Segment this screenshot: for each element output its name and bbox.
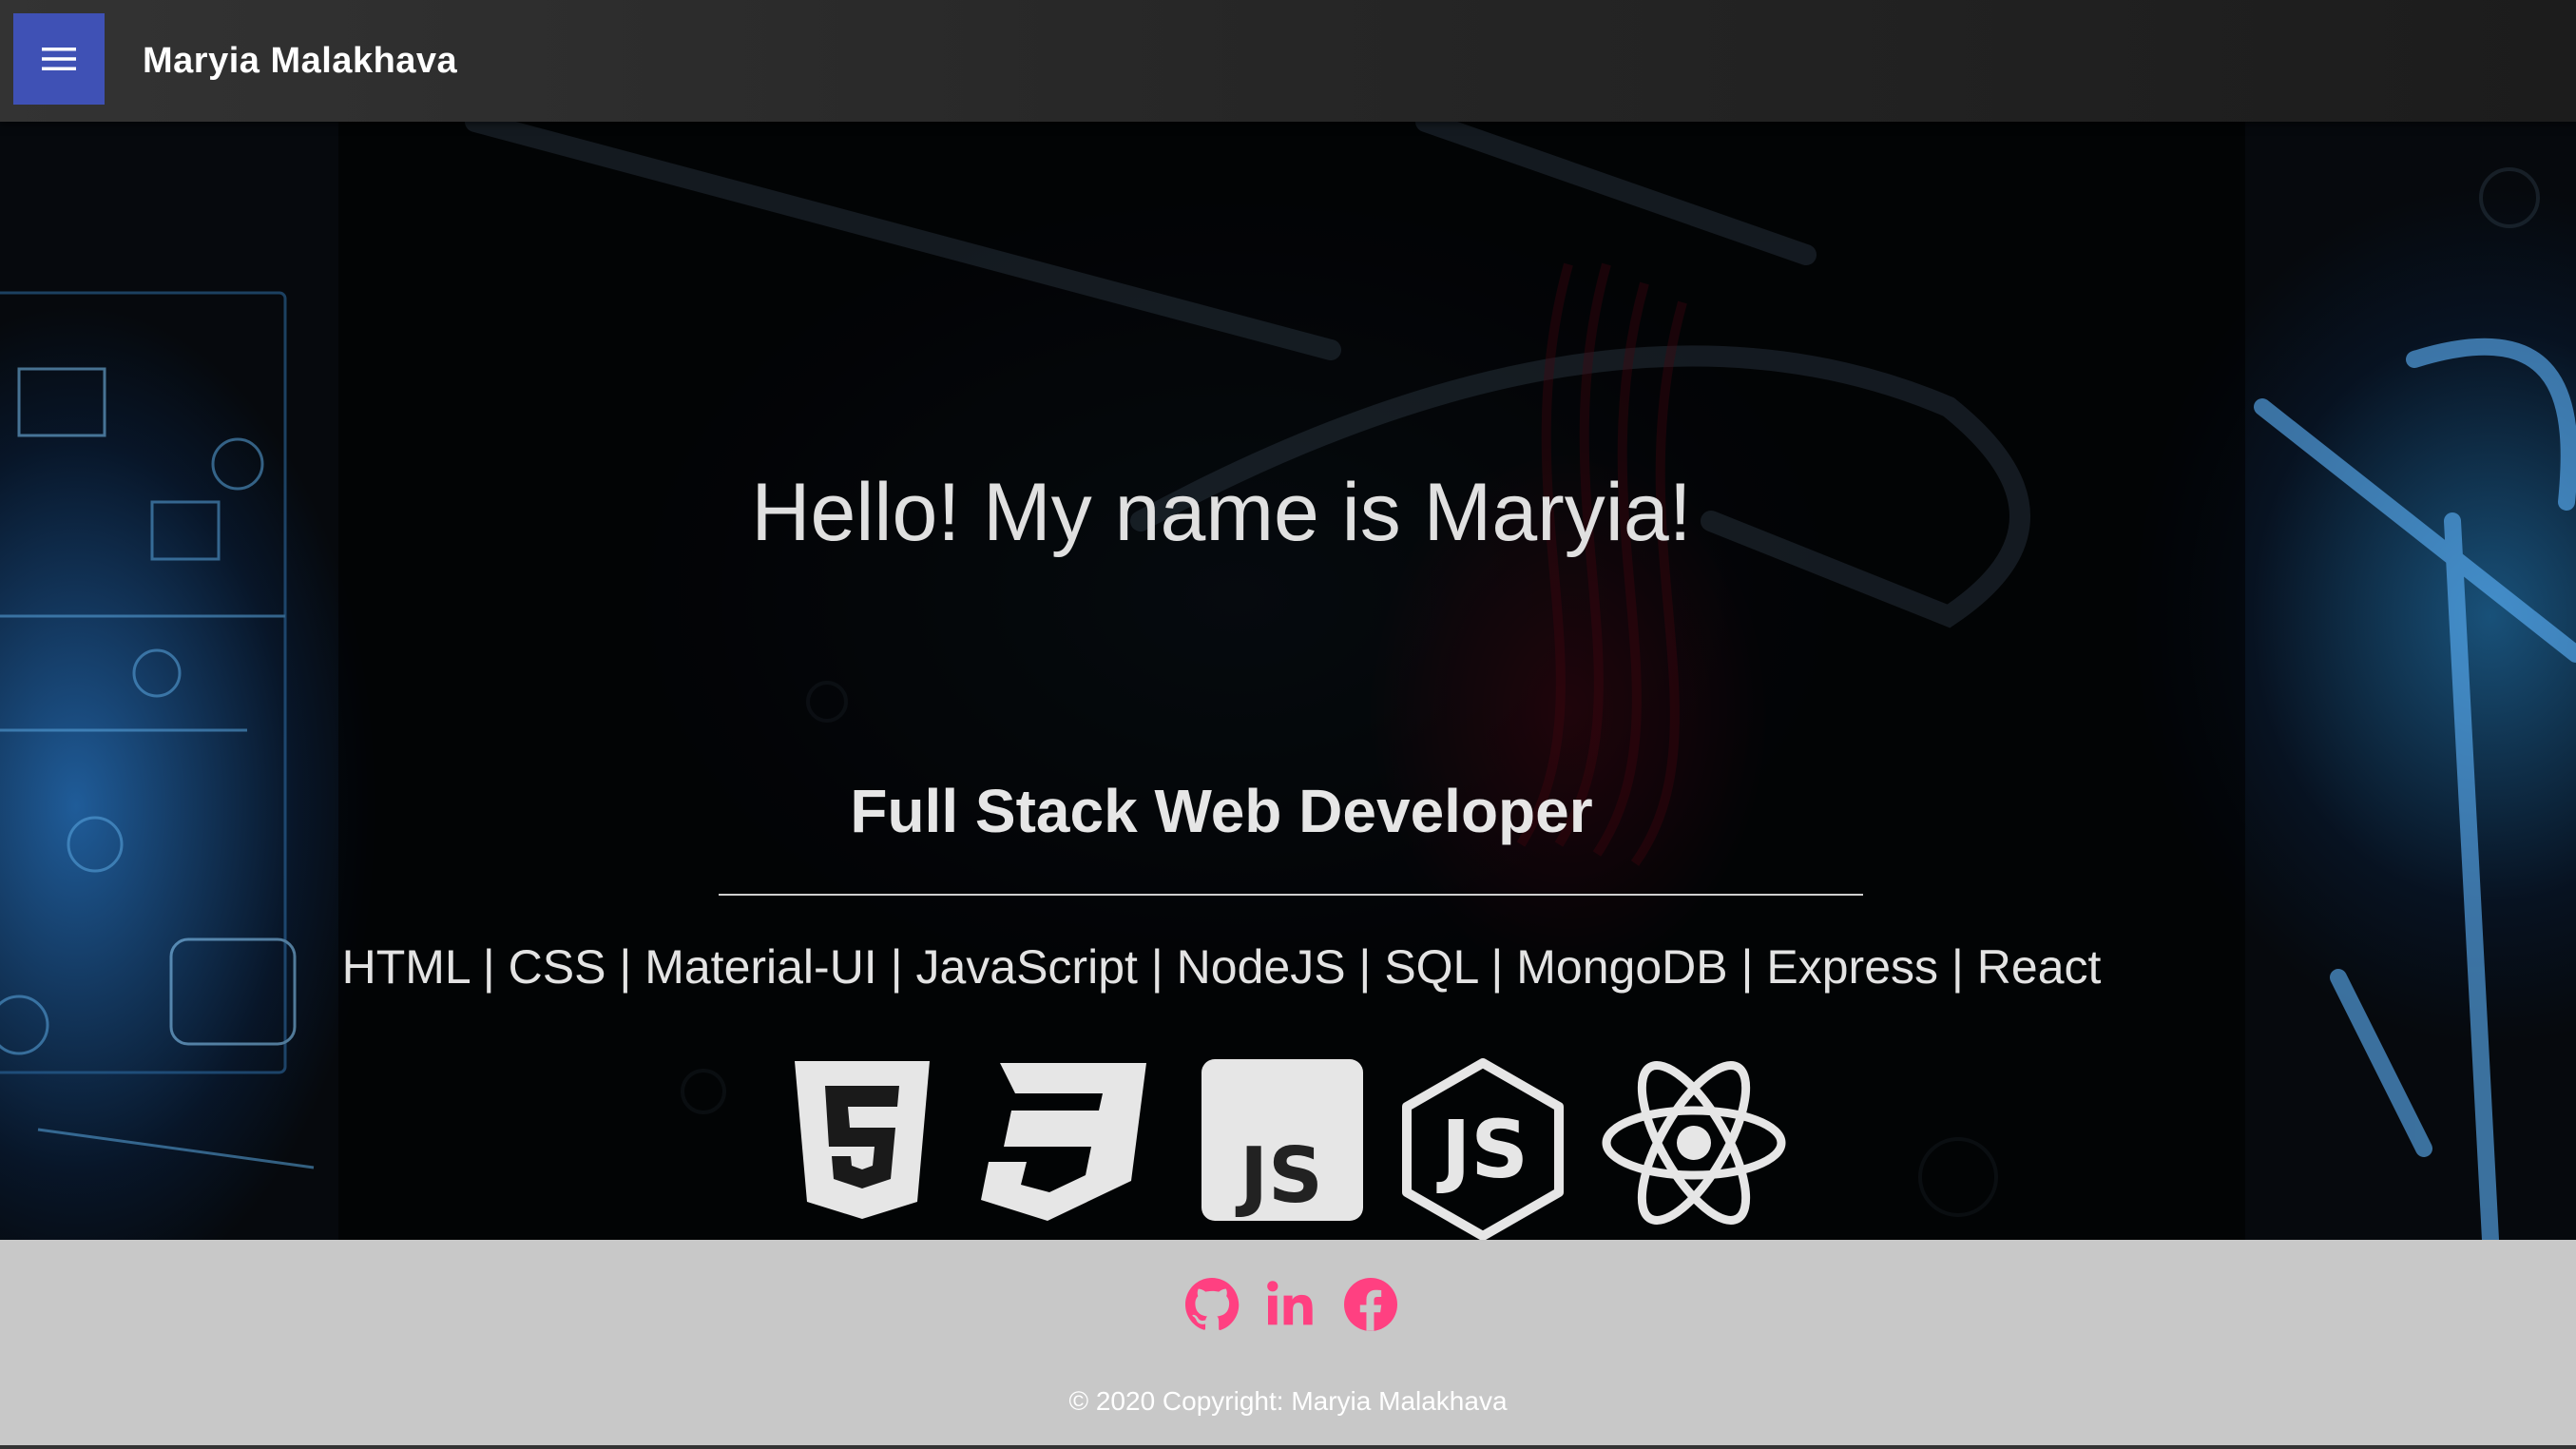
role-subtitle: Full Stack Web Developer	[850, 777, 1593, 845]
footer: © 2020 Copyright: Maryia Malakhava	[0, 1240, 2576, 1449]
greeting-heading: Hello! My name is Maryia!	[751, 467, 1692, 558]
linkedin-link[interactable]	[1260, 1274, 1321, 1335]
html5-icon	[791, 1057, 933, 1233]
svg-text:JS: JS	[1436, 1103, 1528, 1196]
divider	[719, 894, 1863, 896]
app-bar: Maryia Malakhava	[0, 0, 2576, 122]
javascript-icon: JS	[1200, 1057, 1365, 1227]
svg-text:JS: JS	[1235, 1131, 1322, 1220]
linkedin-icon	[1267, 1281, 1313, 1325]
social-links	[0, 1274, 2576, 1335]
react-icon	[1599, 1057, 1789, 1233]
hero-section: Hello! My name is Maryia! Full Stack Web…	[0, 122, 2576, 1240]
bottom-border	[0, 1445, 2576, 1449]
nodejs-icon: JS	[1399, 1057, 1567, 1240]
menu-button[interactable]	[13, 13, 105, 105]
app-title[interactable]: Maryia Malakhava	[143, 0, 457, 122]
css3-icon	[971, 1057, 1148, 1233]
copyright-text: © 2020 Copyright: Maryia Malakhava	[1068, 1386, 1508, 1416]
skills-list: HTML | CSS | Material-UI | JavaScript | …	[341, 940, 2102, 994]
hamburger-menu-icon	[42, 48, 76, 70]
github-icon	[1185, 1278, 1240, 1330]
facebook-icon	[1344, 1278, 1397, 1331]
github-link[interactable]	[1182, 1274, 1242, 1335]
facebook-link[interactable]	[1340, 1274, 1401, 1335]
